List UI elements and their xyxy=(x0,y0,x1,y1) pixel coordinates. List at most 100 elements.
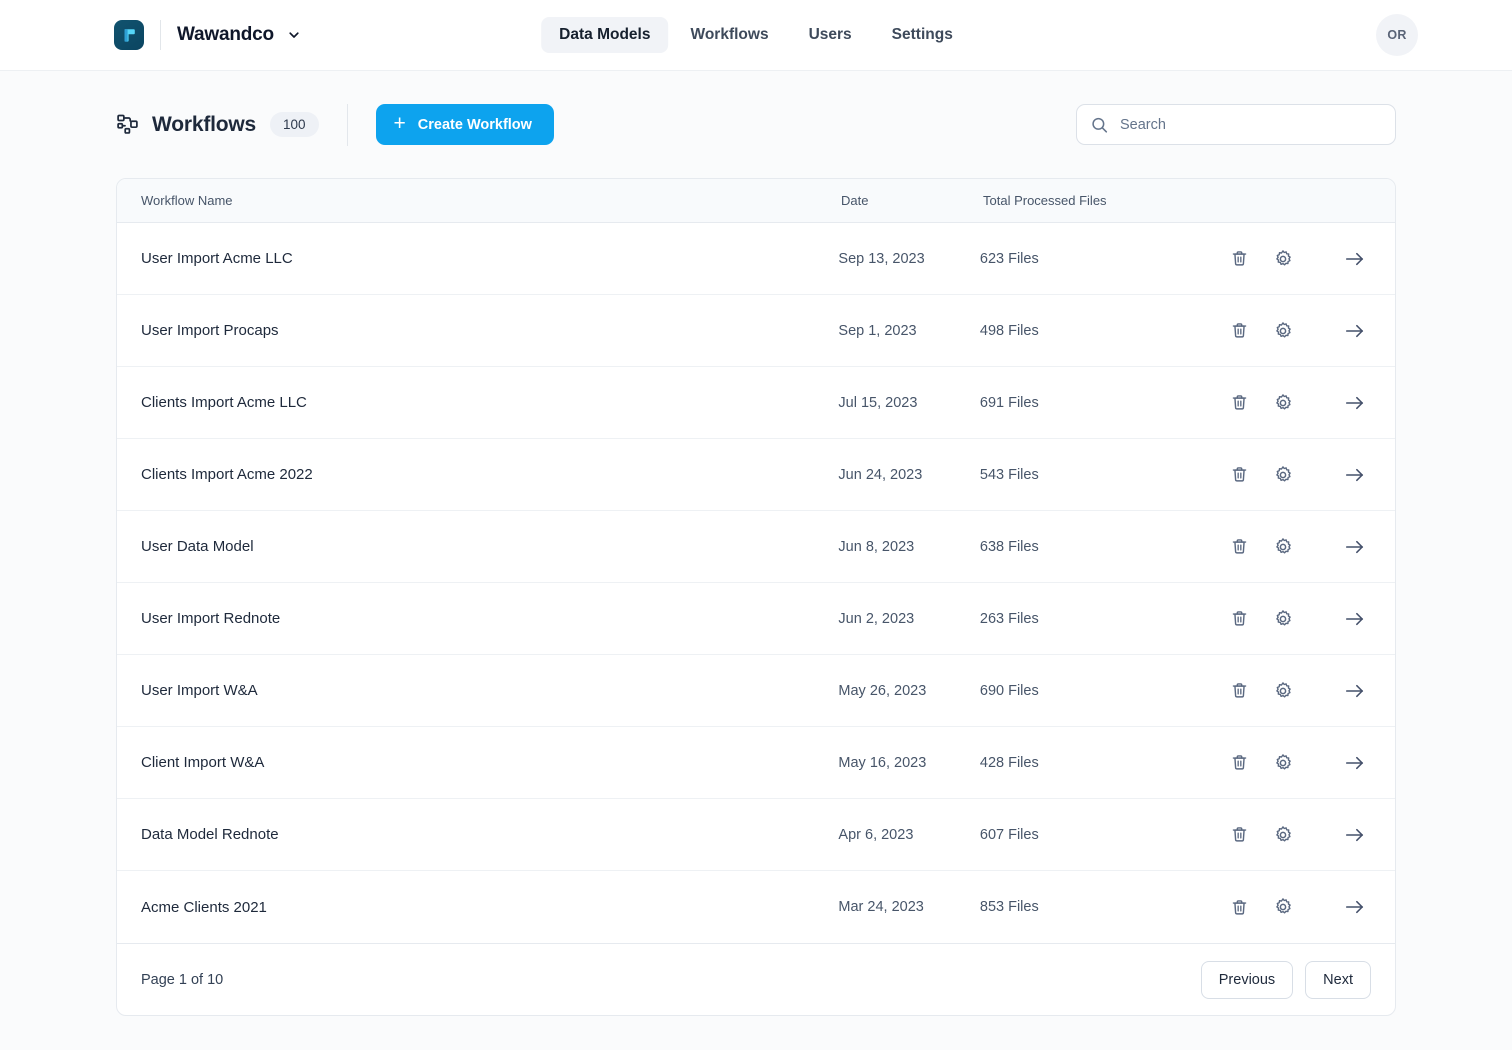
cell-processed-files: 263 Files xyxy=(980,611,1217,627)
gear-icon[interactable] xyxy=(1261,249,1305,269)
brand-switcher[interactable]: Wawandco xyxy=(114,20,301,50)
arrow-right-icon[interactable] xyxy=(1333,826,1377,844)
cell-processed-files: 498 Files xyxy=(980,323,1217,339)
table-row[interactable]: User Import Acme LLCSep 13, 2023623 File… xyxy=(117,223,1395,295)
cell-processed-files: 623 Files xyxy=(980,251,1217,267)
trash-icon[interactable] xyxy=(1217,898,1261,917)
brand-name: Wawandco xyxy=(177,24,274,46)
cell-actions xyxy=(1217,321,1395,341)
table-row[interactable]: Data Model RednoteApr 6, 2023607 Files xyxy=(117,799,1395,871)
trash-icon[interactable] xyxy=(1217,825,1261,844)
cell-actions xyxy=(1217,753,1395,773)
arrow-right-icon[interactable] xyxy=(1333,754,1377,772)
gear-icon[interactable] xyxy=(1261,537,1305,557)
cell-date: Sep 13, 2023 xyxy=(838,251,979,267)
arrow-right-icon[interactable] xyxy=(1333,394,1377,412)
table-row[interactable]: User Data ModelJun 8, 2023638 Files xyxy=(117,511,1395,583)
cell-workflow-name: User Import Procaps xyxy=(141,322,838,339)
pagination-bar: Page 1 of 10 Previous Next xyxy=(117,943,1395,1015)
cell-actions xyxy=(1217,465,1395,485)
cell-processed-files: 853 Files xyxy=(980,899,1217,915)
arrow-right-icon[interactable] xyxy=(1333,898,1377,916)
trash-icon[interactable] xyxy=(1217,609,1261,628)
trash-icon[interactable] xyxy=(1217,321,1261,340)
search-container xyxy=(1076,104,1396,145)
cell-workflow-name: Client Import W&A xyxy=(141,754,838,771)
cell-date: Apr 6, 2023 xyxy=(838,827,979,843)
table-row[interactable]: User Import RednoteJun 2, 2023263 Files xyxy=(117,583,1395,655)
table-row[interactable]: Clients Import Acme LLCJul 15, 2023691 F… xyxy=(117,367,1395,439)
chevron-down-icon[interactable] xyxy=(287,28,301,42)
create-workflow-label: Create Workflow xyxy=(418,117,532,133)
page-title: Workflows xyxy=(152,113,256,137)
search-input[interactable] xyxy=(1076,104,1396,145)
avatar[interactable]: OR xyxy=(1376,14,1418,56)
trash-icon[interactable] xyxy=(1217,753,1261,772)
pagination-buttons: Previous Next xyxy=(1201,961,1371,999)
cell-workflow-name: Clients Import Acme LLC xyxy=(141,394,838,411)
arrow-right-icon[interactable] xyxy=(1333,610,1377,628)
gear-icon[interactable] xyxy=(1261,465,1305,485)
table-header-row: Workflow Name Date Total Processed Files xyxy=(117,179,1395,223)
cell-actions xyxy=(1217,249,1395,269)
table-row[interactable]: Clients Import Acme 2022Jun 24, 2023543 … xyxy=(117,439,1395,511)
column-header-total-processed-files: Total Processed Files xyxy=(983,193,1221,208)
tab-users[interactable]: Users xyxy=(791,17,870,53)
cell-date: May 16, 2023 xyxy=(838,755,979,771)
cell-processed-files: 428 Files xyxy=(980,755,1217,771)
search-icon xyxy=(1091,116,1108,133)
trash-icon[interactable] xyxy=(1217,465,1261,484)
tab-data-models[interactable]: Data Models xyxy=(541,17,668,53)
column-header-date: Date xyxy=(841,193,983,208)
cell-processed-files: 638 Files xyxy=(980,539,1217,555)
trash-icon[interactable] xyxy=(1217,249,1261,268)
toolbar-divider xyxy=(347,104,348,146)
cell-date: Jul 15, 2023 xyxy=(838,395,979,411)
table-row[interactable]: Acme Clients 2021Mar 24, 2023853 Files xyxy=(117,871,1395,943)
tab-workflows[interactable]: Workflows xyxy=(672,17,786,53)
gear-icon[interactable] xyxy=(1261,681,1305,701)
trash-icon[interactable] xyxy=(1217,537,1261,556)
cell-date: Jun 24, 2023 xyxy=(838,467,979,483)
column-header-workflow-name: Workflow Name xyxy=(141,193,841,208)
table-row[interactable]: User Import ProcapsSep 1, 2023498 Files xyxy=(117,295,1395,367)
gear-icon[interactable] xyxy=(1261,753,1305,773)
previous-page-button[interactable]: Previous xyxy=(1201,961,1293,999)
page-toolbar: Workflows 100 + Create Workflow xyxy=(116,71,1396,178)
table-row[interactable]: User Import W&AMay 26, 2023690 Files xyxy=(117,655,1395,727)
trash-icon[interactable] xyxy=(1217,393,1261,412)
arrow-right-icon[interactable] xyxy=(1333,322,1377,340)
cell-workflow-name: User Import Acme LLC xyxy=(141,250,838,267)
cell-workflow-name: Data Model Rednote xyxy=(141,826,838,843)
brand-divider xyxy=(160,20,161,50)
gear-icon[interactable] xyxy=(1261,393,1305,413)
table-row[interactable]: Client Import W&AMay 16, 2023428 Files xyxy=(117,727,1395,799)
cell-workflow-name: User Import W&A xyxy=(141,682,838,699)
workflows-table-card: Workflow Name Date Total Processed Files… xyxy=(116,178,1396,1016)
cell-workflow-name: User Data Model xyxy=(141,538,838,555)
gear-icon[interactable] xyxy=(1261,321,1305,341)
cell-actions xyxy=(1217,393,1395,413)
cell-actions xyxy=(1217,681,1395,701)
workflows-table-body: User Import Acme LLCSep 13, 2023623 File… xyxy=(117,223,1395,943)
gear-icon[interactable] xyxy=(1261,609,1305,629)
cell-processed-files: 607 Files xyxy=(980,827,1217,843)
gear-icon[interactable] xyxy=(1261,897,1305,917)
cell-date: Mar 24, 2023 xyxy=(838,899,979,915)
trash-icon[interactable] xyxy=(1217,681,1261,700)
cell-date: May 26, 2023 xyxy=(838,683,979,699)
create-workflow-button[interactable]: + Create Workflow xyxy=(376,104,554,145)
arrow-right-icon[interactable] xyxy=(1333,682,1377,700)
main-nav-tabs: Data Models Workflows Users Settings xyxy=(541,17,971,53)
workflow-count-badge: 100 xyxy=(270,112,319,137)
cell-actions xyxy=(1217,537,1395,557)
next-page-button[interactable]: Next xyxy=(1305,961,1371,999)
gear-icon[interactable] xyxy=(1261,825,1305,845)
arrow-right-icon[interactable] xyxy=(1333,250,1377,268)
cell-processed-files: 690 Files xyxy=(980,683,1217,699)
arrow-right-icon[interactable] xyxy=(1333,466,1377,484)
page-status-text: Page 1 of 10 xyxy=(141,972,223,988)
arrow-right-icon[interactable] xyxy=(1333,538,1377,556)
cell-workflow-name: Clients Import Acme 2022 xyxy=(141,466,838,483)
tab-settings[interactable]: Settings xyxy=(874,17,971,53)
